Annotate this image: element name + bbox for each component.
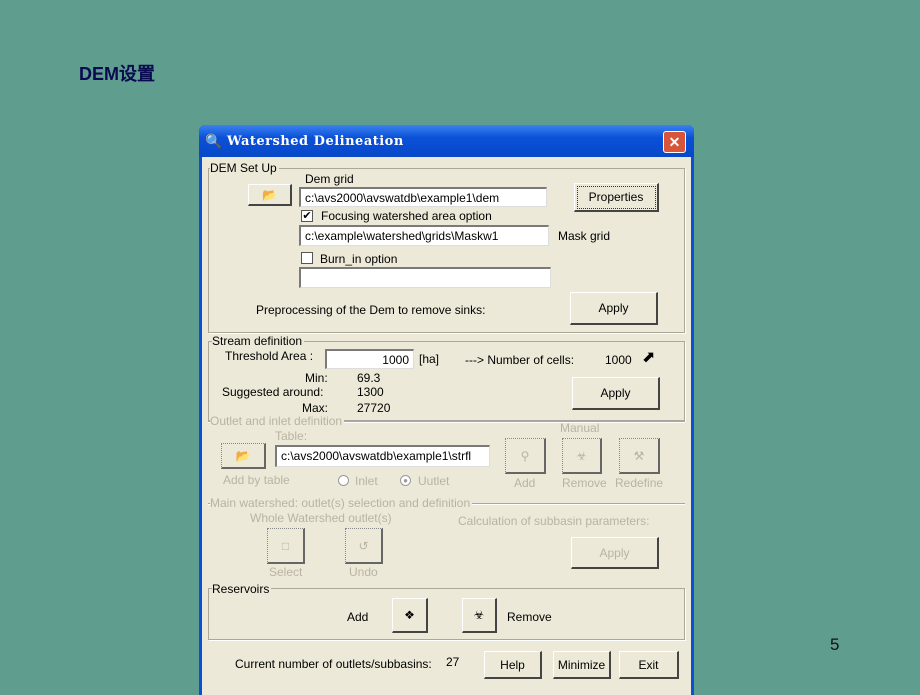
inlet-radio[interactable] bbox=[338, 475, 349, 486]
outlet-label: Uutlet bbox=[418, 474, 450, 488]
manual-remove-button[interactable]: ☣ bbox=[562, 438, 602, 474]
calc-apply-button[interactable]: Apply bbox=[571, 537, 659, 569]
undo-icon: ↺ bbox=[358, 538, 369, 553]
pin-icon: ⚲ bbox=[520, 448, 530, 463]
dem-setup-legend: DEM Set Up bbox=[210, 161, 279, 175]
outlet-count-label: Current number of outlets/subbasins: bbox=[235, 657, 432, 671]
reservoirs-legend: Reservoirs bbox=[212, 582, 272, 596]
select-label: Select bbox=[269, 565, 303, 579]
remove-point-icon: ☣ bbox=[576, 448, 587, 463]
add-label: Add bbox=[514, 476, 536, 490]
preprocess-apply-button[interactable]: Apply bbox=[570, 292, 658, 325]
folder-open-icon: 📂 bbox=[235, 448, 251, 463]
reservoir-add-button[interactable]: ❖ bbox=[392, 598, 428, 633]
preprocess-label: Preprocessing of the Dem to remove sinks… bbox=[256, 303, 486, 317]
add-reservoir-icon: ❖ bbox=[404, 608, 415, 622]
dialog-body: DEM Set Up Dem grid 📂 c:\avs2000\avswatd… bbox=[202, 157, 691, 695]
outlet-legend: Outlet and inlet definition bbox=[210, 414, 345, 428]
focus-label: Focusing watershed area option bbox=[321, 209, 492, 223]
unit-label: [ha] bbox=[419, 352, 440, 366]
table-label: Table: bbox=[275, 429, 308, 443]
reservoir-remove-button[interactable]: ☣ bbox=[462, 598, 497, 633]
reservoir-remove-label: Remove bbox=[507, 610, 552, 624]
max-value: 27720 bbox=[357, 401, 391, 415]
slide-title: DEM设置 bbox=[79, 64, 155, 84]
stream-apply-button[interactable]: Apply bbox=[572, 377, 660, 410]
minimize-button[interactable]: Minimize bbox=[553, 651, 611, 679]
focus-checkbox[interactable]: ✔ bbox=[301, 210, 313, 222]
redefine-icon: ⚒ bbox=[633, 448, 645, 463]
suggested-value: 1300 bbox=[357, 385, 384, 399]
outlet-count-value: 27 bbox=[446, 655, 460, 669]
undo-label: Undo bbox=[349, 565, 378, 579]
add-by-table-button[interactable]: 📂 bbox=[221, 443, 266, 469]
title-bar[interactable]: 🔍 Watershed Delineation ✕ bbox=[199, 125, 694, 157]
manual-add-button[interactable]: ⚲ bbox=[505, 438, 546, 474]
mask-grid-input[interactable]: c:\example\watershed\grids\Maskw1 bbox=[299, 225, 549, 246]
dem-grid-label: Dem grid bbox=[305, 172, 354, 186]
threshold-input[interactable]: 1000 bbox=[325, 349, 414, 369]
properties-button[interactable]: Properties bbox=[574, 183, 659, 212]
cells-value: 1000 bbox=[605, 353, 632, 367]
redefine-label: Redefine bbox=[615, 476, 664, 490]
redefine-button[interactable]: ⚒ bbox=[619, 438, 660, 474]
main-legend: Main watershed: outlet(s) selection and … bbox=[210, 496, 473, 510]
window-title: Watershed Delineation bbox=[227, 134, 404, 149]
threshold-label: Threshold Area : bbox=[225, 349, 314, 363]
min-value: 69.3 bbox=[357, 371, 381, 385]
select-button[interactable]: □ bbox=[267, 528, 305, 564]
mouse-cursor-icon: ⬈ bbox=[642, 349, 656, 366]
calc-label: Calculation of subbasin parameters: bbox=[458, 514, 650, 528]
dem-grid-input[interactable]: c:\avs2000\avswatdb\example1\dem bbox=[299, 187, 547, 207]
close-button[interactable]: ✕ bbox=[663, 131, 686, 153]
suggested-label: Suggested around: bbox=[222, 385, 324, 399]
remove-label: Remove bbox=[562, 476, 607, 490]
whole-watershed-label: Whole Watershed outlet(s) bbox=[250, 511, 392, 525]
reservoir-add-label: Add bbox=[347, 610, 369, 624]
burn-in-input[interactable] bbox=[299, 267, 551, 288]
burn-in-checkbox[interactable] bbox=[301, 252, 313, 264]
exit-button[interactable]: Exit bbox=[619, 651, 679, 679]
table-input[interactable]: c:\avs2000\avswatdb\example1\strfl bbox=[275, 445, 490, 467]
add-by-table-label: Add by table bbox=[223, 473, 290, 487]
stream-legend: Stream definition bbox=[212, 334, 305, 348]
inlet-label: Inlet bbox=[355, 474, 378, 488]
page-number: 5 bbox=[830, 635, 840, 654]
cells-label: ---> Number of cells: bbox=[465, 353, 575, 367]
folder-open-icon: 📂 bbox=[262, 187, 277, 202]
watershed-delineation-window: 🔍 Watershed Delineation ✕ DEM Set Up Dem… bbox=[199, 125, 694, 695]
outlet-radio[interactable]: ● bbox=[400, 475, 411, 486]
select-icon: □ bbox=[281, 538, 290, 553]
help-button[interactable]: Help bbox=[484, 651, 542, 679]
mask-grid-label: Mask grid bbox=[558, 229, 611, 243]
magnifier-globe-icon: 🔍 bbox=[205, 133, 223, 149]
remove-reservoir-icon: ☣ bbox=[473, 608, 485, 622]
max-label: Max: bbox=[302, 401, 329, 415]
undo-button[interactable]: ↺ bbox=[345, 528, 383, 564]
burn-in-label: Burn_in option bbox=[320, 252, 398, 266]
reservoirs-group bbox=[208, 588, 685, 640]
open-dem-button[interactable]: 📂 bbox=[248, 184, 292, 206]
manual-label: Manual bbox=[560, 421, 600, 435]
min-label: Min: bbox=[305, 371, 328, 385]
